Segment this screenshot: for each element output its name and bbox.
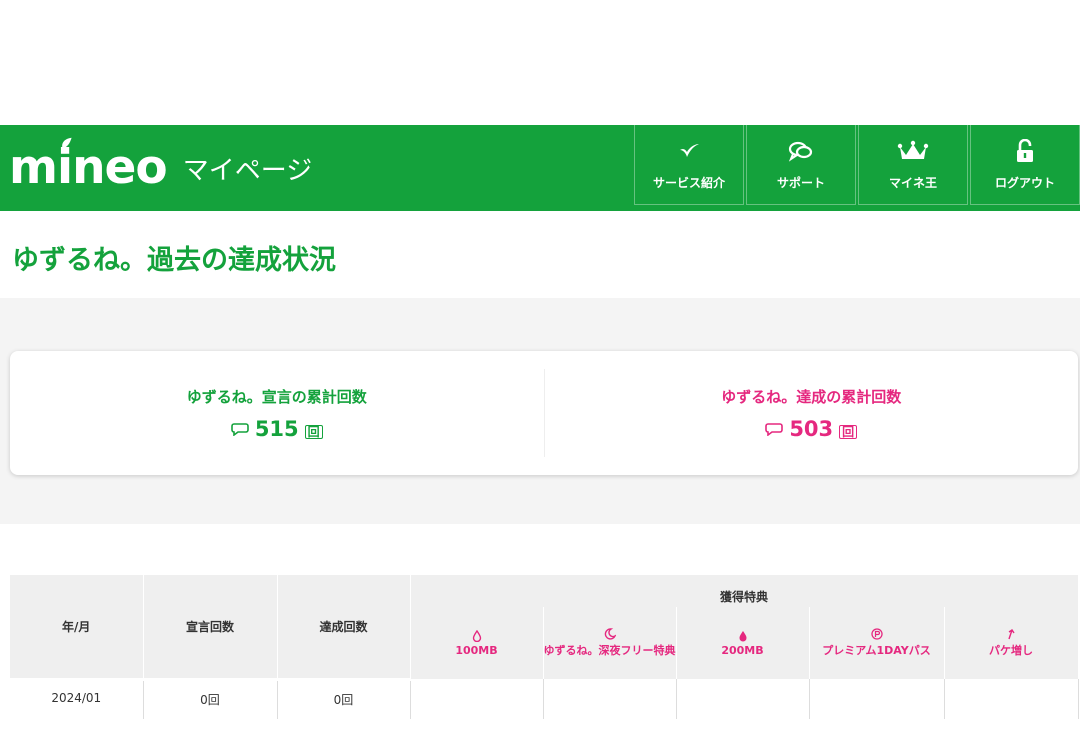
achieved-total-unit: 回 <box>839 424 858 439</box>
page-title: ゆずるね。過去の達成状況 <box>12 245 336 276</box>
row-bonus-200mb <box>676 679 810 719</box>
drop-filled-icon <box>739 630 746 641</box>
bonus-header-premium-pass: プレミアム1DAYパス <box>809 607 945 679</box>
nav-logout-button[interactable]: ログアウト <box>970 125 1080 205</box>
logo-text: mineo <box>9 140 168 195</box>
nav-label: サポート <box>776 176 825 190</box>
declared-total-unit: 回 <box>304 424 323 439</box>
bonus-label: プレミアム1DAYパス <box>822 644 931 657</box>
declared-total-label: ゆずるね。宣言の累計回数 <box>186 387 367 406</box>
bonus-header-100mb: 100MB <box>410 607 544 679</box>
declared-count-header: 宣言回数 <box>143 575 278 681</box>
nav-service-button[interactable]: サービス紹介 <box>634 125 744 205</box>
achieved-total-value-row: 503 回 <box>765 416 858 441</box>
unlock-icon <box>1015 138 1035 164</box>
row-bonus-100mb <box>410 679 544 719</box>
row-declared: 0回 <box>143 679 278 719</box>
crown-icon <box>897 138 929 164</box>
row-bonus-pakemashi <box>944 679 1079 719</box>
nav-label: マイネ王 <box>888 176 937 190</box>
declared-total-count: 515 <box>254 416 299 441</box>
row-bonus-night-free <box>543 679 677 719</box>
bonus-header-night-free: ゆずるね。深夜フリー特典 <box>543 607 677 679</box>
row-achieved: 0回 <box>277 679 411 719</box>
declared-total-value-row: 515 回 <box>231 417 323 441</box>
nav-mineo-king-button[interactable]: マイネ王 <box>858 125 968 205</box>
declared-total: ゆずるね。宣言の累計回数 515 回 <box>10 351 544 475</box>
header-nav: サービス紹介 サポート マイネ王 ログアウト <box>632 125 1080 207</box>
achieved-total-count: 503 <box>789 416 834 441</box>
row-bonus-premium-pass <box>809 679 945 719</box>
mineo-leaf-icon <box>677 138 701 164</box>
moon-icon <box>604 628 616 640</box>
speech-bubble-icon <box>765 422 784 436</box>
achieved-total: ゆずるね。達成の累計回数 503 回 <box>543 369 1079 457</box>
nav-support-button[interactable]: サポート <box>746 125 856 205</box>
achieved-total-label: ゆずるね。達成の累計回数 <box>721 387 902 406</box>
bonus-group-header: 獲得特典 <box>410 575 1079 607</box>
brand[interactable]: mineo マイページ <box>9 133 312 203</box>
month-header: 年/月 <box>10 575 144 681</box>
nav-label: サービス紹介 <box>652 176 725 190</box>
logo-leaf-icon <box>62 137 72 149</box>
table-row: 2024/01 0回 0回 <box>10 679 1079 719</box>
nav-label: ログアウト <box>994 176 1055 190</box>
bonus-header-pakemashi: パケ増し <box>944 607 1079 679</box>
drop-outline-icon <box>472 629 481 642</box>
chat-bubbles-icon <box>787 138 815 164</box>
bonus-label: パケ増し <box>989 644 1034 657</box>
bonus-header-200mb: 200MB <box>676 607 810 679</box>
premium-circle-icon <box>870 628 883 640</box>
history-table: 年/月 宣言回数 達成回数 獲得特典 100MB ゆずるね。深夜フリー特典 20… <box>10 575 1079 719</box>
arrow-up-icon <box>1008 629 1015 640</box>
bonus-label: 200MB <box>721 643 764 657</box>
achieved-count-header: 達成回数 <box>277 575 411 681</box>
bonus-label: ゆずるね。深夜フリー特典 <box>543 644 676 657</box>
site-header: mineo マイページ サービス紹介 サポート マイネ王 ログアウト <box>0 125 1080 211</box>
mineo-logo: mineo <box>9 137 168 203</box>
brand-subtitle: マイページ <box>182 156 313 186</box>
summary-card: ゆずるね。宣言の累計回数 515 回 ゆずるね。達成の累計回数 503 回 <box>10 351 1078 475</box>
speech-bubble-icon <box>231 422 249 436</box>
bonus-label: 100MB <box>455 643 498 657</box>
row-month: 2024/01 <box>10 679 144 719</box>
